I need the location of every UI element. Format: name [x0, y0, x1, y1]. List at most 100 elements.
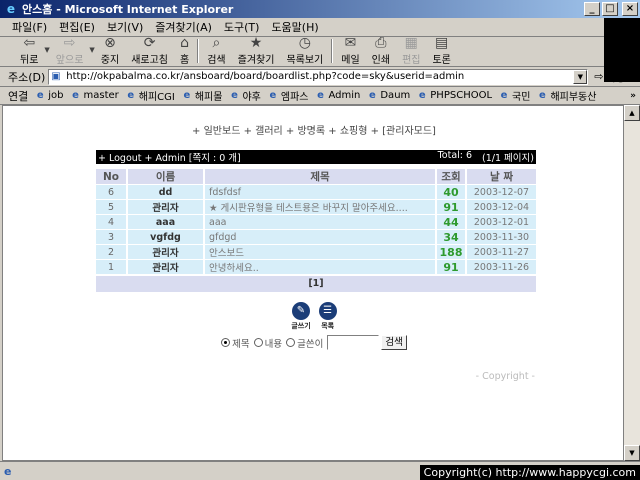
home-icon: ⌂ [180, 35, 190, 51]
stop-icon: ⊗ [104, 35, 116, 51]
ie-icon: e [6, 2, 16, 16]
menu-bar: 파일(F) 편집(E) 보기(V) 즐겨찾기(A) 도구(T) 도움말(H) [0, 18, 640, 37]
board-nav-links[interactable]: + 일반보드 + 갤러리 + 방명록 + 쇼핑형 + [관리자모드] [3, 122, 623, 137]
edit-button[interactable]: ▦ 편집 [396, 36, 426, 66]
print-icon: ⎙ [375, 35, 387, 51]
links-more-icon[interactable]: » [630, 91, 636, 101]
page-viewport: + 일반보드 + 갤러리 + 방명록 + 쇼핑형 + [관리자모드] + Log… [2, 105, 624, 461]
link-item[interactable]: e 국민 [498, 88, 531, 104]
table-row: 6 dd fdsfdsf 40 2003-12-07 [96, 185, 536, 199]
link-item[interactable]: e 해피부동산 [536, 88, 596, 104]
links-bar: 연결 e job e master e 해피CGI e 해피몰 e 야후 e 엠파스 e Ad… [0, 87, 640, 105]
link-item[interactable]: e Admin [314, 90, 360, 102]
go-arrow-icon: ⇨ [594, 70, 604, 83]
search-option-subject[interactable]: 제목 [221, 336, 250, 350]
row-author[interactable]: dd [126, 185, 203, 199]
link-item[interactable]: e PHPSCHOOL [416, 90, 492, 102]
mail-button[interactable]: ✉ 메일 [335, 36, 365, 66]
row-author[interactable]: 관리자 [126, 260, 203, 274]
row-date: 2003-11-26 [465, 260, 536, 274]
history-button[interactable]: ◷ 목록보기 [280, 36, 329, 66]
row-views: 91 [435, 200, 465, 214]
address-label: 주소(D) [8, 70, 46, 84]
row-subject[interactable]: gfdgd [203, 230, 435, 244]
minimize-button[interactable]: _ [584, 2, 600, 16]
list-icon: ☰ [318, 302, 337, 320]
ie-page-icon: e [539, 89, 546, 101]
ie-page-icon: e [317, 89, 324, 101]
total-count: Total: 6 [437, 150, 473, 161]
toolbar-separator [331, 39, 334, 63]
go-button[interactable]: ⇨ 이동 [594, 69, 625, 85]
menu-file[interactable]: 파일(F) [6, 19, 53, 35]
row-subject[interactable]: 안스보드 [203, 245, 435, 259]
search-button[interactable]: ⌕ 검색 [201, 36, 231, 66]
window-titlebar: e 안스홈 - Microsoft Internet Explorer _ □ … [0, 0, 640, 18]
row-no: 3 [96, 230, 126, 244]
row-subject[interactable]: aaa [203, 215, 435, 229]
row-subject[interactable]: ★ 게시판유형을 테스트용은 바꾸지 말아주세요.... [203, 200, 435, 214]
row-subject[interactable]: fdsfdsf [203, 185, 435, 199]
discuss-button[interactable]: ▤ 토론 [426, 36, 456, 66]
table-row: 5 관리자 ★ 게시판유형을 테스트용은 바꾸지 말아주세요.... 91 20… [96, 200, 536, 214]
back-button[interactable]: ⇦ 뒤로 [14, 36, 44, 66]
window-title: 안스홈 - Microsoft Internet Explorer [22, 3, 234, 16]
address-input[interactable]: ▣ http://okpabalma.co.kr/ansboard/board/… [48, 68, 589, 85]
home-button[interactable]: ⌂ 홈 [174, 36, 195, 66]
address-dropdown-icon[interactable]: ▼ [573, 69, 588, 84]
write-button[interactable]: ✎ 글쓰기 [291, 302, 311, 331]
menu-favorites[interactable]: 즐겨찾기(A) [149, 19, 218, 35]
ie-page-icon: e [231, 89, 238, 101]
mail-icon: ✉ [344, 35, 357, 51]
row-views: 34 [435, 230, 465, 244]
link-item[interactable]: e 해피몰 [181, 88, 222, 104]
search-option-author[interactable]: 글쓴이 [286, 336, 323, 350]
radio-icon [221, 338, 231, 347]
stop-button[interactable]: ⊗ 중지 [95, 36, 125, 66]
link-item[interactable]: e Daum [366, 90, 410, 102]
back-arrow-icon: ⇦ [23, 35, 36, 51]
ie-page-icon: e [269, 89, 277, 101]
row-author[interactable]: 관리자 [126, 245, 203, 259]
row-author[interactable]: vgfdg [126, 230, 203, 244]
link-item[interactable]: e 해피CGI [125, 88, 175, 104]
row-author[interactable]: aaa [126, 215, 203, 229]
search-input[interactable] [327, 335, 380, 350]
row-author[interactable]: 관리자 [126, 200, 203, 214]
pagination[interactable]: [1] [96, 276, 536, 292]
print-button[interactable]: ⎙ 인쇄 [366, 36, 396, 66]
col-views: 조회 [435, 169, 465, 184]
link-item[interactable]: e 엠파스 [267, 88, 308, 104]
refresh-button[interactable]: ⟳ 새로고침 [125, 36, 174, 66]
link-item[interactable]: e job [34, 90, 64, 102]
row-no: 6 [96, 185, 126, 199]
forward-button[interactable]: ⇨ 앞으로 [50, 36, 90, 66]
col-subject: 제목 [203, 169, 435, 184]
refresh-icon: ⟳ [143, 35, 156, 51]
ie-page-icon: e [127, 89, 135, 101]
menu-help[interactable]: 도움말(H) [265, 19, 324, 35]
vertical-scrollbar[interactable]: ▲ ▼ [624, 105, 640, 461]
table-row: 1 관리자 안녕하세요.. 91 2003-11-26 [96, 260, 536, 274]
row-no: 5 [96, 200, 126, 214]
menu-edit[interactable]: 편집(E) [53, 19, 101, 35]
row-no: 4 [96, 215, 126, 229]
maximize-button[interactable]: □ [602, 2, 618, 16]
page-count: (1/1 페이지) [482, 153, 534, 164]
login-links[interactable]: + Logout + Admin [쪽지 : 0 개] [98, 150, 241, 164]
scroll-down-icon[interactable]: ▼ [624, 445, 640, 461]
link-item[interactable]: e 야후 [228, 88, 261, 104]
search-submit-button[interactable]: 검색 [381, 335, 407, 350]
close-button[interactable]: × [622, 2, 638, 16]
list-button[interactable]: ☰ 목록 [318, 302, 337, 331]
row-subject[interactable]: 안녕하세요.. [203, 260, 435, 274]
menu-tools[interactable]: 도구(T) [218, 19, 266, 35]
links-label: 연결 [8, 89, 29, 103]
link-item[interactable]: e master [70, 90, 119, 102]
scroll-up-icon[interactable]: ▲ [624, 105, 640, 121]
menu-view[interactable]: 보기(V) [101, 19, 149, 35]
page-icon: ▣ [51, 70, 61, 82]
search-option-content[interactable]: 내용 [253, 336, 282, 350]
pencil-icon: ✎ [291, 302, 310, 320]
favorites-button[interactable]: ★ 즐겨찾기 [232, 36, 281, 66]
